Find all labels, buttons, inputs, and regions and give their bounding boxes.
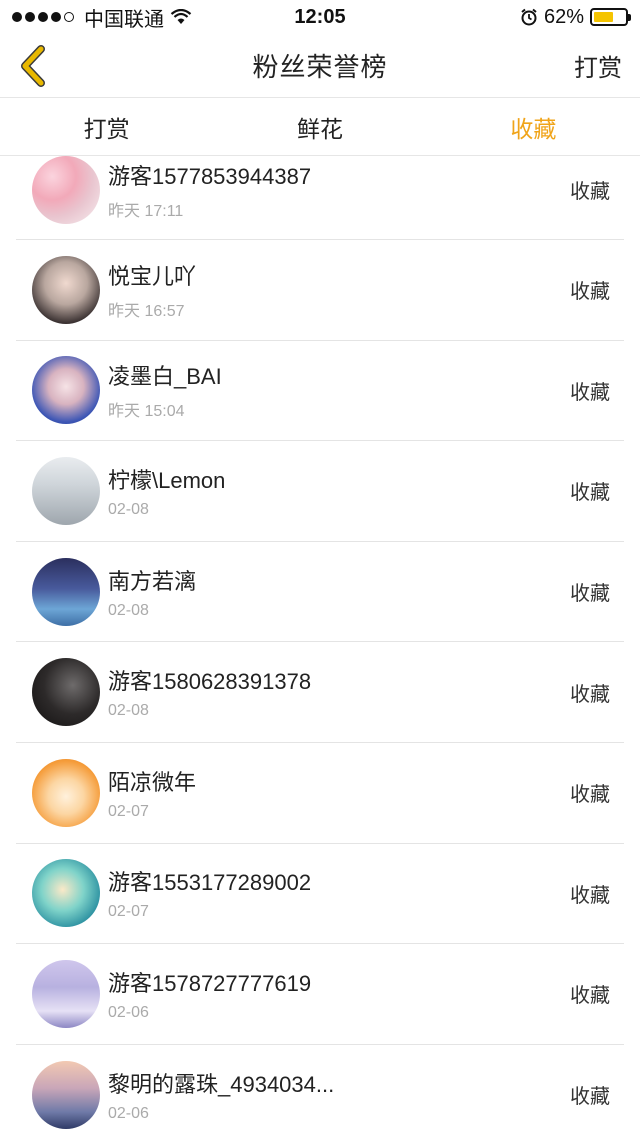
- signal-icon: [12, 12, 74, 22]
- battery-fill: [594, 12, 613, 22]
- avatar[interactable]: [32, 356, 100, 425]
- list-item[interactable]: 悦宝儿吖 昨天 16:57 收藏: [16, 240, 624, 341]
- alarm-icon: [521, 8, 537, 26]
- list-item-info: 陌凉微年 02-07: [108, 765, 570, 821]
- list-item-info: 南方若漓 02-08: [108, 564, 570, 620]
- user-name: 游客1578727777619: [108, 970, 312, 996]
- tab-flowers[interactable]: 鲜花: [213, 98, 426, 155]
- list-item[interactable]: 游客1578727777619 02-06 收藏: [16, 944, 624, 1045]
- list-item[interactable]: 黎明的露珠_4934034... 02-06 收藏: [16, 1045, 624, 1138]
- page-title: 粉丝荣誉榜: [252, 52, 388, 82]
- favorite-label[interactable]: 收藏: [570, 476, 610, 505]
- list-item-info: 游客1578727777619 02-06: [108, 966, 570, 1022]
- user-name: 游客1553177289002: [108, 870, 312, 896]
- timestamp: 02-07: [108, 802, 149, 820]
- user-name: 凌墨白_BAI: [108, 364, 222, 390]
- favorite-label[interactable]: 收藏: [570, 275, 610, 304]
- timestamp: 02-08: [108, 702, 149, 720]
- timestamp: 02-08: [108, 500, 149, 518]
- user-name: 南方若漓: [108, 568, 197, 594]
- list-item[interactable]: 南方若漓 02-08 收藏: [16, 542, 624, 643]
- list-item[interactable]: 游客1577853944387 昨天 17:11 收藏: [16, 156, 624, 240]
- avatar[interactable]: [32, 758, 100, 827]
- favorite-label[interactable]: 收藏: [570, 678, 610, 707]
- favorite-label[interactable]: 收藏: [570, 979, 610, 1008]
- timestamp: 02-08: [108, 601, 149, 619]
- user-name: 柠檬\Lemon: [108, 467, 226, 493]
- list-item-info: 游客1580628391378 02-08: [108, 664, 570, 720]
- favorite-label[interactable]: 收藏: [570, 577, 610, 606]
- timestamp: 02-07: [108, 903, 149, 921]
- user-name: 黎明的露珠_4934034...: [108, 1071, 335, 1097]
- timestamp: 02-06: [108, 1003, 149, 1021]
- list-item-info: 游客1553177289002 02-07: [108, 865, 570, 921]
- user-name: 悦宝儿吖: [108, 263, 197, 289]
- avatar[interactable]: [32, 255, 100, 324]
- avatar[interactable]: [32, 557, 100, 626]
- favorite-label[interactable]: 收藏: [570, 175, 610, 204]
- avatar[interactable]: [32, 658, 100, 727]
- timestamp: 02-06: [108, 1104, 149, 1122]
- user-name: 游客1577853944387: [108, 163, 312, 189]
- wifi-icon: [170, 9, 192, 24]
- battery-percent: 62%: [543, 5, 584, 28]
- timestamp: 昨天 15:04: [108, 403, 185, 421]
- status-bar-left: 中国联通: [12, 3, 192, 32]
- favorite-label[interactable]: 收藏: [570, 778, 610, 807]
- avatar[interactable]: [32, 1060, 100, 1129]
- fan-list[interactable]: 游客1577853944387 昨天 17:11 收藏 悦宝儿吖 昨天 16:57 收藏凌…: [0, 156, 640, 1138]
- avatar[interactable]: [32, 456, 100, 525]
- nav-bar: 粉丝荣誉榜 打赏: [0, 34, 640, 98]
- list-item[interactable]: 游客1553177289002 02-07 收藏: [16, 844, 624, 945]
- status-bar-right: 62%: [520, 5, 631, 29]
- chevron-left-icon: [21, 45, 45, 87]
- timestamp: 昨天 16:57: [108, 302, 185, 320]
- avatar[interactable]: [32, 859, 100, 928]
- status-bar: 中国联通 12:05 62%: [0, 0, 640, 34]
- favorite-label[interactable]: 收藏: [570, 1080, 610, 1109]
- favorite-label[interactable]: 收藏: [570, 879, 610, 908]
- favorite-label[interactable]: 收藏: [570, 376, 610, 405]
- user-name: 游客1580628391378: [108, 669, 312, 695]
- tab-favorites[interactable]: 收藏: [427, 98, 640, 155]
- avatar[interactable]: [32, 959, 100, 1028]
- list-item-info: 黎明的露珠_4934034... 02-06: [108, 1067, 570, 1123]
- back-button[interactable]: [10, 42, 58, 90]
- tab-reward[interactable]: 打赏: [0, 98, 213, 155]
- user-name: 陌凉微年: [108, 769, 197, 795]
- list-item[interactable]: 柠檬\Lemon 02-08 收藏: [16, 441, 624, 542]
- list-item-info: 凌墨白_BAI 昨天 15:04: [108, 359, 570, 421]
- list-item-info: 悦宝儿吖昨天 16:57: [108, 259, 570, 321]
- carrier-label: 中国联通: [84, 8, 164, 31]
- tab-bar: 打赏 鲜花 收藏: [0, 98, 640, 156]
- list-item[interactable]: 陌凉微年 02-07 收藏: [16, 743, 624, 844]
- list-item[interactable]: 游客1580628391378 02-08 收藏: [16, 642, 624, 743]
- battery-icon: [590, 8, 631, 26]
- list-item-info: 游客1577853944387 昨天 17:11: [108, 159, 570, 221]
- list-item-info: 柠檬\Lemon 02-08: [108, 463, 570, 519]
- list-item[interactable]: 凌墨白_BAI 昨天 15:04 收藏: [16, 341, 624, 442]
- timestamp: 昨天 17:11: [108, 202, 184, 220]
- reward-button[interactable]: 打赏: [574, 48, 622, 83]
- avatar[interactable]: [32, 156, 100, 224]
